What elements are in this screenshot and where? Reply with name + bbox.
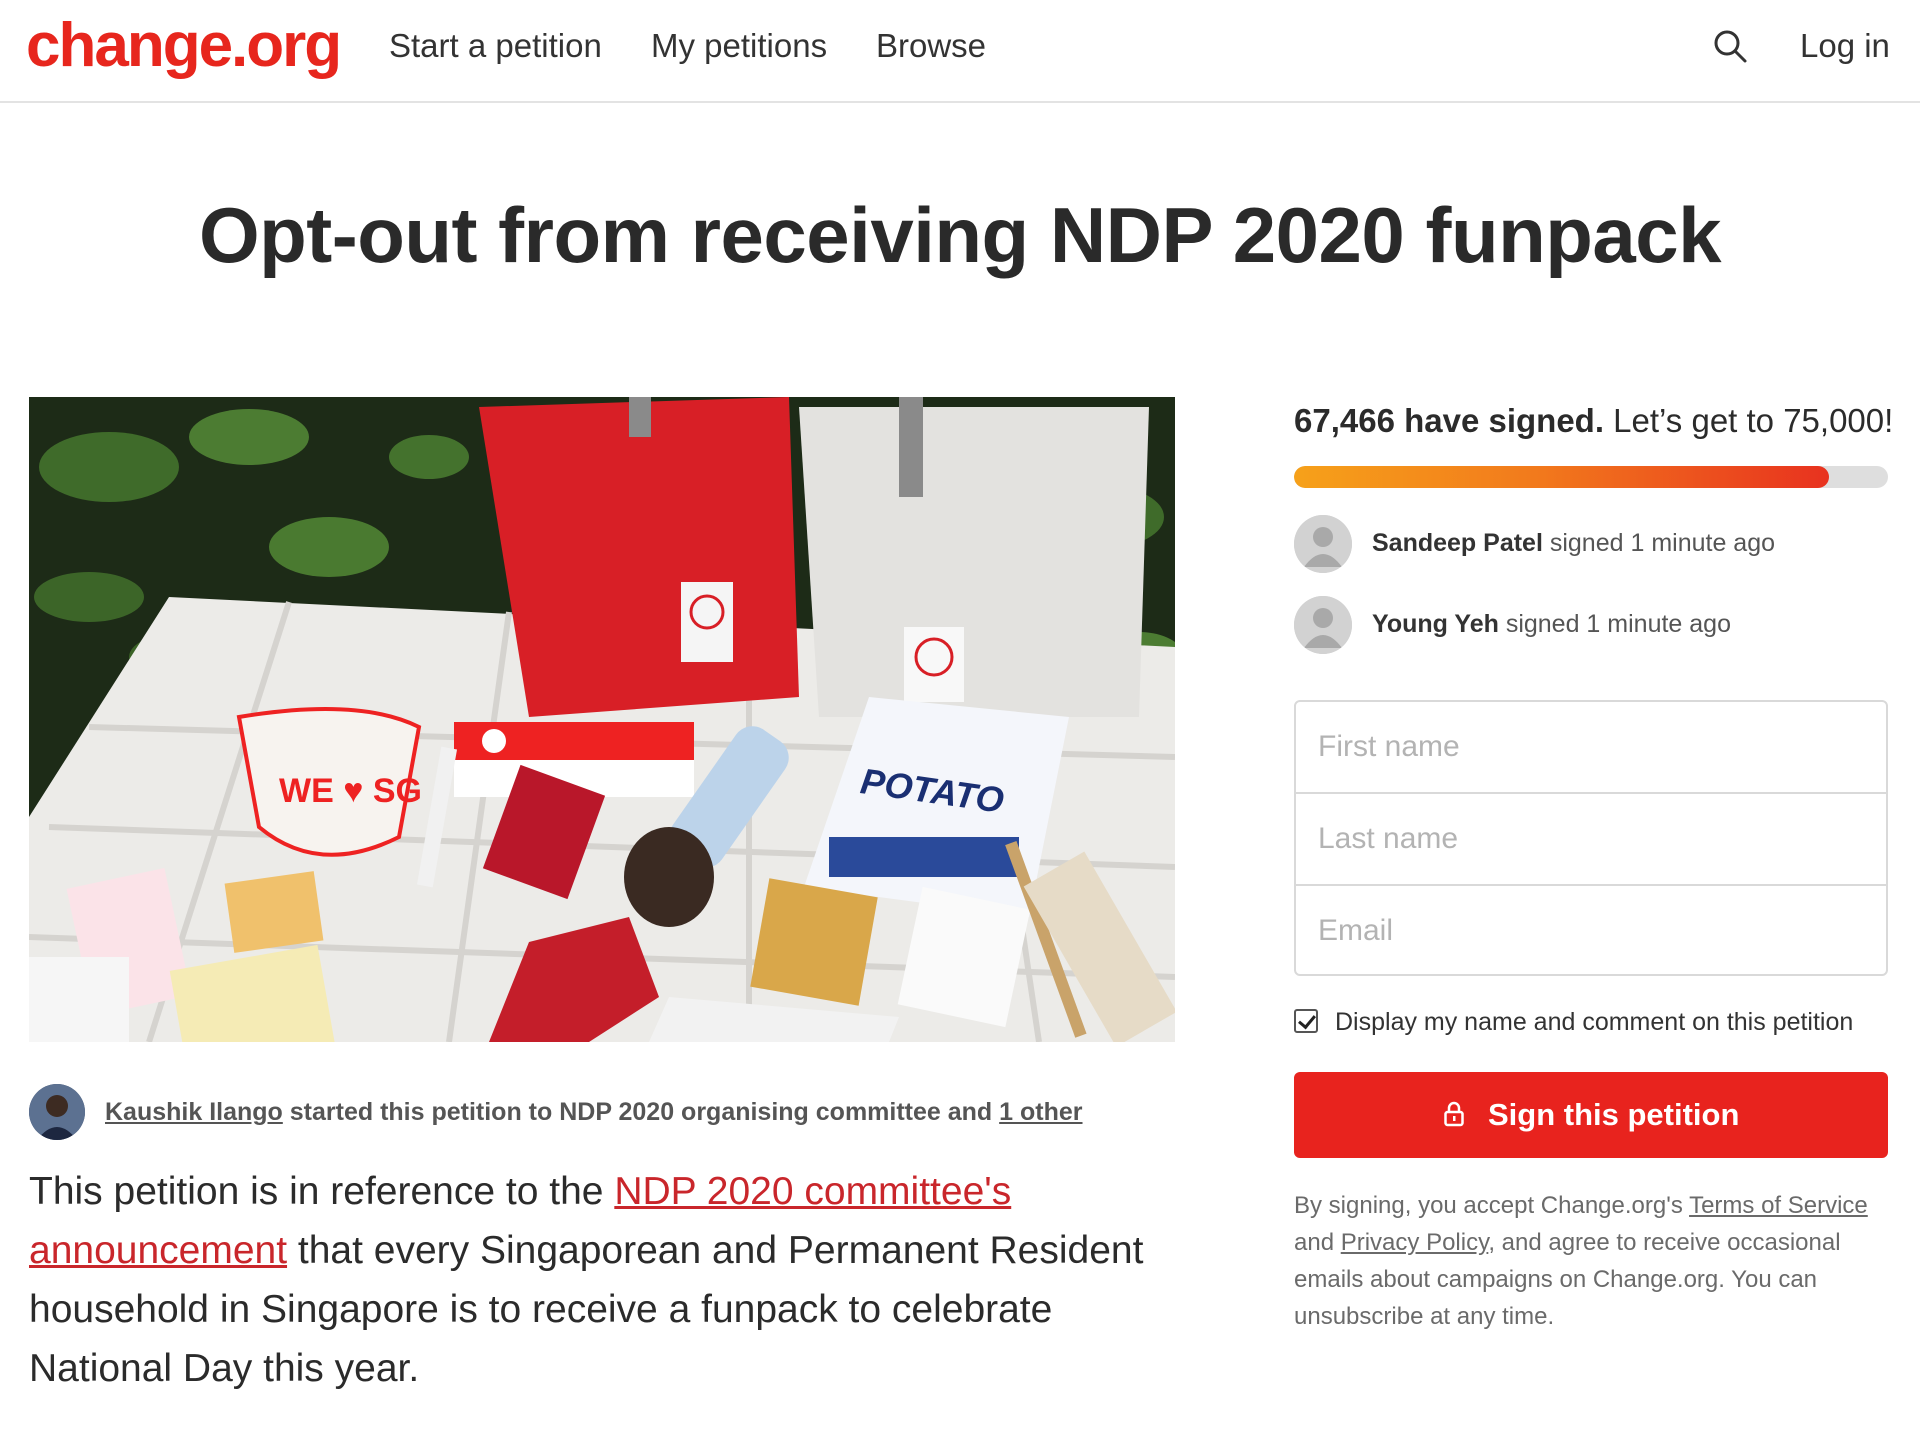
privacy-policy-link[interactable]: Privacy Policy <box>1341 1229 1489 1256</box>
recent-signer: Sandeep Patel signed 1 minute ago <box>1294 515 1894 573</box>
search-icon[interactable] <box>1712 28 1748 64</box>
nav-browse[interactable]: Browse <box>876 26 986 66</box>
nav-my-petitions[interactable]: My petitions <box>651 26 827 66</box>
login-link[interactable]: Log in <box>1800 26 1890 66</box>
petition-title: Opt-out from receiving NDP 2020 funpack <box>198 191 1722 279</box>
signed-count-text: 67,466 have signed. <box>1294 402 1605 439</box>
svg-text:WE ♥ SG: WE ♥ SG <box>279 772 422 810</box>
email-field[interactable] <box>1296 886 1886 976</box>
sign-petition-button[interactable]: Sign this petition <box>1294 1072 1888 1158</box>
last-name-field[interactable] <box>1296 794 1886 884</box>
signer-action: signed 1 minute ago <box>1542 529 1776 557</box>
lock-icon <box>1444 1101 1464 1127</box>
nav-start-petition[interactable]: Start a petition <box>389 26 602 66</box>
display-name-checkbox[interactable] <box>1294 1009 1318 1033</box>
legal-text: By signing, you accept Change.org's <box>1294 1192 1690 1219</box>
site-header: change.org Start a petition My petitions… <box>0 0 1920 103</box>
first-name-field[interactable] <box>1296 702 1886 792</box>
legal-text: and <box>1294 1229 1341 1256</box>
terms-of-service-link[interactable]: Terms of Service <box>1689 1192 1868 1219</box>
starter-name-link[interactable]: Kaushik Ilango <box>105 1098 283 1126</box>
signature-goal-text: Let’s get to 75,000! <box>1604 402 1894 439</box>
signature-progress-bar <box>1294 466 1888 488</box>
petition-hero-image: WE ♥ SG POTATO <box>29 397 1175 1042</box>
petition-description: This petition is in reference to the NDP… <box>29 1162 1189 1398</box>
signer-action: signed 1 minute ago <box>1498 610 1731 638</box>
legal-notice: By signing, you accept Change.org's Term… <box>1294 1187 1894 1335</box>
signature-progress-fill <box>1294 466 1829 488</box>
signer-text: Young Yeh signed 1 minute ago <box>1372 608 1731 640</box>
starter-line-text: started this petition to NDP 2020 organi… <box>282 1098 1000 1126</box>
starter-avatar[interactable] <box>29 1084 85 1140</box>
sign-button-label: Sign this petition <box>1488 1097 1740 1132</box>
signer-name: Sandeep Patel <box>1372 529 1543 557</box>
signer-name: Young Yeh <box>1372 610 1499 638</box>
signer-avatar-icon <box>1294 515 1352 573</box>
signer-text: Sandeep Patel signed 1 minute ago <box>1372 527 1775 559</box>
petition-starter-line: Kaushik Ilango started this petition to … <box>105 1096 1083 1128</box>
other-decision-makers-link[interactable]: 1 other <box>999 1098 1082 1126</box>
signature-count: 67,466 have signed. Let’s get to 75,000! <box>1294 400 1893 442</box>
signer-avatar-icon <box>1294 596 1352 654</box>
display-name-label[interactable]: Display my name and comment on this peti… <box>1335 1006 1853 1038</box>
description-text-start: This petition is in reference to the <box>29 1170 615 1213</box>
change-org-logo[interactable]: change.org <box>26 6 342 86</box>
recent-signer: Young Yeh signed 1 minute ago <box>1294 596 1894 654</box>
sign-form <box>1294 700 1888 976</box>
